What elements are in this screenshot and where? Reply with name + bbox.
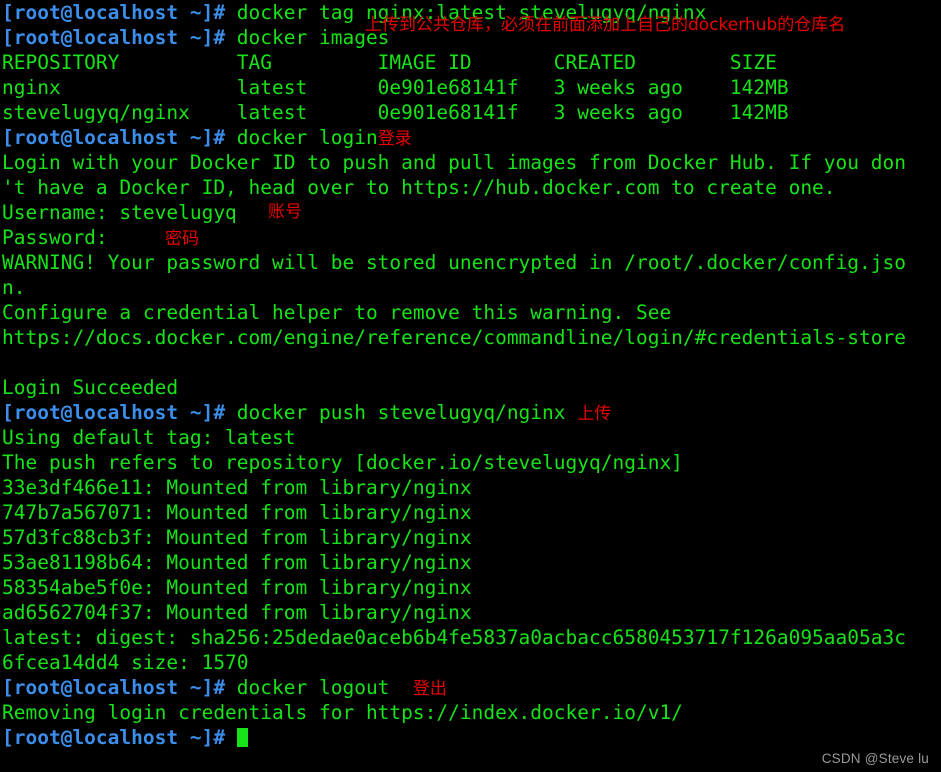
push-layer-line: 57d3fc88cb3f: Mounted from library/nginx [2,526,472,549]
shell-prompt: [root@localhost ~]# [2,401,226,424]
annotation-upload: 上传 [577,404,612,424]
command-text: docker login [225,126,378,149]
shell-prompt: [root@localhost ~]# [2,676,226,699]
terminal-window[interactable]: [root@localhost ~]# docker tag nginx:lat… [0,0,941,772]
terminal-line: Removing login credentials for https://i… [2,701,683,724]
push-digest-line-wrap: 6fcea14dd4 size: 1570 [2,651,249,674]
terminal-line: Login with your Docker ID to push and pu… [2,151,906,174]
watermark: CSDN @Steve lu [821,751,929,766]
command-text [225,726,237,749]
annotation-login: 登录 [377,129,412,149]
terminal-line-active[interactable]: [root@localhost ~]# [0,725,941,750]
images-table-header: REPOSITORY TAG IMAGE ID CREATED SIZE [2,51,777,74]
terminal-line: n. [2,276,26,299]
terminal-line: Password: 密码 [0,225,941,250]
terminal-line: [root@localhost ~]# docker login登录 [0,125,941,150]
terminal-line: Configure a credential helper to remove … [2,301,672,324]
annotation-password: 密码 [165,229,199,249]
terminal-line: https://docs.docker.com/engine/reference… [2,326,906,349]
password-output: Password: [2,226,108,249]
block-cursor [236,728,248,747]
terminal-line: The push refers to repository [docker.io… [2,451,683,474]
login-succeeded-message: Login Succeeded [2,376,179,399]
terminal-line: Using default tag: latest [2,426,296,449]
push-layer-line: 747b7a567071: Mounted from library/nginx [2,501,472,524]
images-table-row: nginx latest 0e901e68141f 3 weeks ago 14… [2,76,789,99]
terminal-line: WARNING! Your password will be stored un… [2,251,906,274]
images-table-row: stevelugyq/nginx latest 0e901e68141f 3 w… [2,101,789,124]
shell-prompt: [root@localhost ~]# [2,726,226,749]
terminal-line: [root@localhost ~]# docker logout 登出 [0,675,941,700]
annotation-logout: 登出 [412,679,447,699]
annotation-account: 账号 [268,202,302,222]
shell-prompt: [root@localhost ~]# [2,1,226,24]
shell-prompt: [root@localhost ~]# [2,26,226,49]
push-layer-line: 53ae81198b64: Mounted from library/nginx [2,551,472,574]
command-text: docker push stevelugyq/nginx [225,401,578,424]
push-digest-line: latest: digest: sha256:25dedae0aceb6b4fe… [2,626,906,649]
push-layer-line: ad6562704f37: Mounted from library/nginx [2,601,472,624]
terminal-line: [root@localhost ~]# docker push stevelug… [0,400,941,425]
push-layer-line: 58354abe5f0e: Mounted from library/nginx [2,576,472,599]
shell-prompt: [root@localhost ~]# [2,126,226,149]
annotation-public-repo-note: 上传到公共仓库，必须在前面添加上自己的dockerhub的仓库名 [365,15,846,35]
terminal-line: 't have a Docker ID, head over to https:… [2,176,836,199]
command-text: docker logout [225,676,413,699]
username-output: Username: stevelugyq [2,201,237,224]
push-layer-line: 33e3df466e11: Mounted from library/nginx [2,476,472,499]
terminal-line: Username: stevelugyq 账号 [0,200,941,225]
terminal-line: [root@localhost ~]# docker images 上传到公共仓库… [0,15,941,50]
